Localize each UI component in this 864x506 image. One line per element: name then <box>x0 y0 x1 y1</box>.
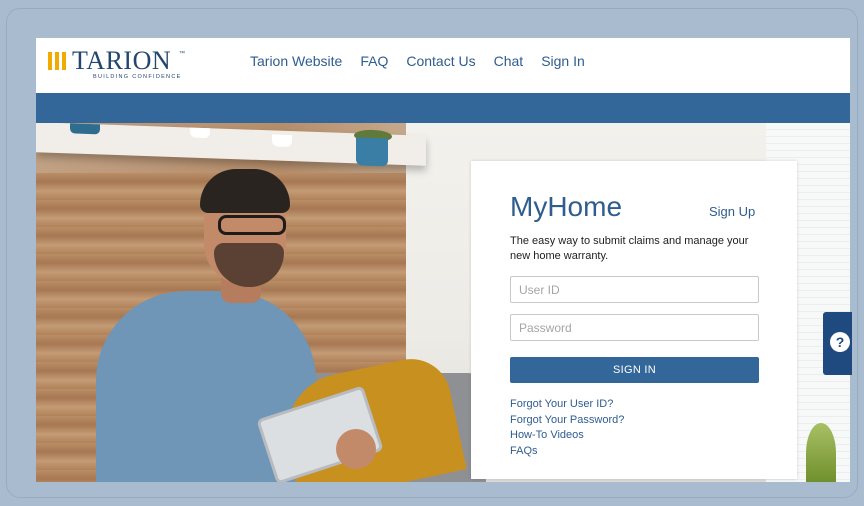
sign-up-link[interactable]: Sign Up <box>709 204 755 219</box>
nav-tarion-website[interactable]: Tarion Website <box>250 53 342 69</box>
forgot-user-id-link[interactable]: Forgot Your User ID? <box>510 397 624 413</box>
tarion-logo[interactable]: TARION ™ BUILDING CONFIDENCE <box>48 46 198 82</box>
forgot-password-link[interactable]: Forgot Your Password? <box>510 413 624 429</box>
top-nav: Tarion Website FAQ Contact Us Chat Sign … <box>250 53 585 69</box>
sign-in-button[interactable]: SIGN IN <box>510 357 759 383</box>
help-links: Forgot Your User ID? Forgot Your Passwor… <box>510 397 624 459</box>
hero-shelf <box>36 123 426 167</box>
header-band <box>36 93 850 123</box>
logo-bars-icon <box>48 52 66 70</box>
site-header: TARION ™ BUILDING CONFIDENCE Tarion Webs… <box>36 38 850 93</box>
login-description: The easy way to submit claims and manage… <box>510 235 749 262</box>
how-to-videos-link[interactable]: How-To Videos <box>510 428 624 444</box>
password-input[interactable] <box>510 314 759 341</box>
user-id-input[interactable] <box>510 276 759 303</box>
logo-tagline: BUILDING CONFIDENCE <box>93 74 182 80</box>
hero-plant <box>806 423 836 482</box>
nav-sign-in[interactable]: Sign In <box>541 53 585 69</box>
help-chat-tab[interactable]: ? <box>823 312 852 375</box>
hero-person-glasses <box>218 215 286 235</box>
logo-wordmark: TARION <box>72 46 172 75</box>
faqs-link[interactable]: FAQs <box>510 444 624 460</box>
nav-faq[interactable]: FAQ <box>360 53 388 69</box>
page: TARION ™ BUILDING CONFIDENCE Tarion Webs… <box>36 38 850 482</box>
help-chat-icon: ? <box>830 332 850 352</box>
nav-contact-us[interactable]: Contact Us <box>406 53 475 69</box>
login-title: MyHome <box>510 191 623 222</box>
nav-chat[interactable]: Chat <box>494 53 524 69</box>
logo-trademark: ™ <box>179 51 185 57</box>
login-card: MyHome Sign Up The easy way to submit cl… <box>471 161 797 479</box>
